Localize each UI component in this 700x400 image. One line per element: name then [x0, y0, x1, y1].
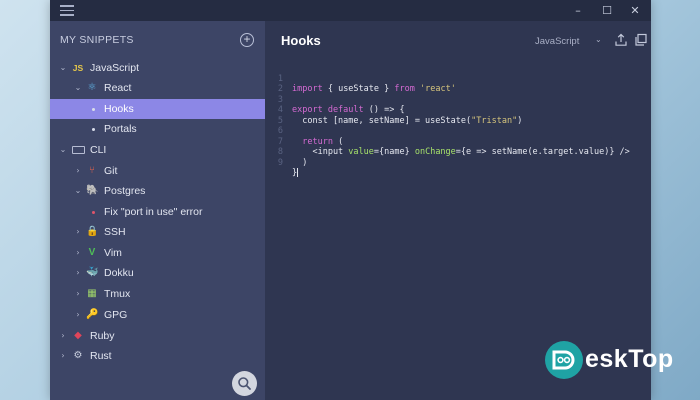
tree-label: Postgres [104, 185, 146, 197]
close-button[interactable]: ✕ [623, 0, 647, 21]
menu-icon[interactable] [60, 5, 74, 16]
code-line: 1 import { useState } from 'react' [273, 63, 645, 95]
react-icon: ⚛ [87, 82, 97, 93]
chevron-right-icon[interactable]: › [58, 326, 68, 346]
chevron-down-icon[interactable]: ⌄ [58, 58, 68, 78]
tree-folder-tmux[interactable]: › ▦ Tmux [50, 284, 265, 304]
snippet-dot-icon [92, 211, 95, 214]
rust-icon: ⚙ [73, 350, 83, 361]
tree-folder-cli[interactable]: ⌄ CLI [50, 140, 265, 160]
snippet-title[interactable]: Hooks [281, 33, 321, 48]
code-line: 9 } [273, 147, 645, 178]
code-line: 8 ) [273, 137, 645, 168]
tree-folder-git[interactable]: › ⑂ Git [50, 161, 265, 181]
ruby-icon: ◆ [74, 330, 82, 341]
copy-button[interactable] [634, 33, 648, 47]
code-line: 4 const [name, setName] = useState("Tris… [273, 95, 645, 126]
search-button[interactable] [232, 371, 257, 396]
watermark: eskTop [545, 340, 695, 382]
code-editor[interactable]: 1 import { useState } from 'react' 2 3 e… [273, 63, 645, 179]
add-snippet-button[interactable]: + [240, 33, 254, 47]
tree-folder-ssh[interactable]: › 🔒 SSH [50, 222, 265, 242]
language-select[interactable]: JavaScript [535, 36, 579, 47]
tree-folder-rust[interactable]: › ⚙ Rust [50, 346, 265, 366]
chevron-down-icon[interactable]: ⌄ [73, 181, 83, 201]
code-line: 2 [273, 74, 645, 94]
share-button[interactable] [614, 33, 628, 47]
title-bar: – ☐ ✕ [50, 0, 651, 21]
chevron-right-icon[interactable]: › [73, 305, 83, 325]
chevron-down-icon[interactable]: ⌄ [595, 35, 602, 44]
code-line: 5 [273, 105, 645, 126]
chevron-right-icon[interactable]: › [73, 284, 83, 304]
tree-label: Fix "port in use" error [104, 206, 203, 218]
chevron-right-icon[interactable]: › [73, 263, 83, 283]
chevron-down-icon[interactable]: ⌄ [58, 140, 68, 160]
tree-label: Tmux [104, 288, 131, 300]
tree-label: Portals [104, 123, 137, 135]
chevron-down-icon[interactable]: ⌄ [73, 78, 83, 98]
snippet-item-hooks[interactable]: Hooks [50, 99, 265, 119]
lock-icon: 🔒 [86, 226, 99, 237]
tree-label: SSH [104, 226, 126, 238]
chevron-right-icon[interactable]: › [73, 243, 83, 263]
maximize-button[interactable]: ☐ [595, 0, 619, 21]
terminal-icon [72, 146, 85, 154]
snippet-dot-icon [92, 108, 95, 111]
chevron-right-icon[interactable]: › [58, 346, 68, 366]
tree-label: Dokku [104, 267, 134, 279]
key-icon: 🔑 [86, 309, 99, 320]
snippet-item-portals[interactable]: Portals [50, 119, 265, 139]
vim-icon: V [88, 247, 96, 258]
tree-label: JavaScript [90, 62, 140, 74]
tree-folder-javascript[interactable]: ⌄ JS JavaScript [50, 58, 265, 78]
tree-folder-ruby[interactable]: › ◆ Ruby [50, 326, 265, 346]
tree-label: Hooks [104, 103, 134, 115]
search-icon [238, 377, 251, 390]
watermark-text: eskTop [585, 345, 674, 373]
snippet-dot-icon [92, 128, 95, 131]
tree-label: Ruby [90, 330, 115, 342]
tree-label: Vim [104, 247, 122, 259]
upload-icon [615, 33, 627, 46]
tmux-icon: ▦ [87, 288, 97, 299]
postgres-icon: 🐘 [86, 185, 99, 196]
tree-label: CLI [90, 144, 107, 156]
code-line: 6 return ( [273, 116, 645, 147]
tree-folder-gpg[interactable]: › 🔑 GPG [50, 305, 265, 325]
tree-folder-postgres[interactable]: ⌄ 🐘 Postgres [50, 181, 265, 201]
code-line: 3 export default () => { [273, 84, 645, 116]
text-cursor [297, 168, 299, 177]
chevron-right-icon[interactable]: › [73, 161, 83, 181]
minimize-button[interactable]: – [566, 0, 590, 21]
sidebar-title: MY SNIPPETS [60, 34, 134, 46]
line-number: 9 [277, 157, 283, 168]
tree-folder-react[interactable]: ⌄ ⚛ React [50, 78, 265, 98]
chevron-right-icon[interactable]: › [73, 222, 83, 242]
snippet-item-fix-port[interactable]: Fix "port in use" error [50, 202, 265, 222]
snippets-sidebar: MY SNIPPETS + ⌄ JS JavaScript ⌄ ⚛ React … [50, 21, 265, 400]
code-line: 7 <input value={name} onChange={e => set… [273, 126, 645, 158]
tree-label: GPG [104, 309, 128, 321]
watermark-logo-icon [545, 341, 583, 379]
tree-folder-dokku[interactable]: › 🐳 Dokku [50, 263, 265, 283]
tree-label: React [104, 82, 132, 94]
git-icon: ⑂ [89, 165, 95, 176]
tree-label: Rust [90, 350, 112, 362]
tree-folder-vim[interactable]: › V Vim [50, 243, 265, 263]
tree-label: Git [104, 165, 118, 177]
javascript-icon: JS [72, 63, 84, 73]
whale-icon: 🐳 [86, 267, 99, 278]
copy-icon [635, 33, 647, 46]
